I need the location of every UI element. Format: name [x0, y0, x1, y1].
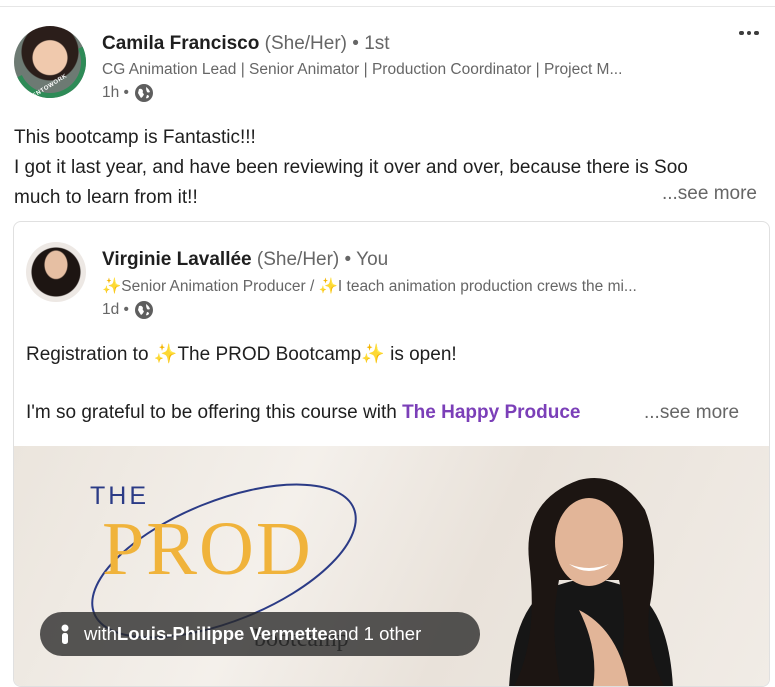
shared-author-degree: • You — [344, 249, 389, 270]
see-more-button[interactable]: ...see more — [662, 183, 757, 205]
tag-prefix: with — [84, 623, 117, 644]
presenter-photo — [509, 478, 673, 686]
shared-post-card[interactable]: Virginie Lavallée (She/Her) • You ✨Senio… — [13, 221, 770, 687]
post-text-line: This bootcamp is Fantastic!!! — [14, 127, 256, 148]
post-text: This bootcamp is Fantastic!!! I got it l… — [14, 123, 764, 213]
shared-see-more-button[interactable]: ...see more — [644, 402, 739, 424]
tagged-person[interactable]: Louis-Philippe Vermette — [117, 623, 328, 645]
shared-post-text-line: I'm so grateful to be offering this cour… — [26, 402, 646, 424]
more-options-dot — [754, 30, 759, 36]
shared-post-text-line: Registration to ✨The PROD Bootcamp✨ is o… — [26, 344, 457, 365]
shared-post-meta: 1d • — [102, 300, 154, 320]
post-text-line: I got it last year, and have been review… — [14, 157, 688, 178]
shared-author-pronouns: (She/Her) — [256, 249, 340, 270]
image-text-prod: PROD — [102, 507, 313, 591]
shared-author-avatar[interactable] — [26, 242, 86, 302]
shared-post-time: 1d • — [102, 301, 129, 318]
post-text-line: much to learn from it!! — [14, 187, 198, 208]
tag-suffix: and 1 other — [327, 623, 422, 644]
shared-author-name-line[interactable]: Virginie Lavallée (She/Her) • You — [102, 249, 388, 271]
author-name-line[interactable]: Camila Francisco (She/Her) • 1st — [102, 33, 390, 55]
tagged-people-button[interactable]: with Louis-Philippe Vermette and 1 other — [40, 612, 480, 656]
more-options-icon — [739, 30, 744, 36]
shared-author-headline: ✨Senior Animation Producer / ✨I teach an… — [102, 278, 637, 295]
connection-degree: • 1st — [352, 33, 390, 54]
more-options-dot — [746, 30, 752, 36]
post-meta: 1h • — [102, 83, 154, 103]
author-pronouns: (She/Her) — [264, 33, 347, 54]
open-to-work-ring — [3, 15, 97, 109]
post-time: 1h • — [102, 84, 129, 101]
author-headline: CG Animation Lead | Senior Animator | Pr… — [102, 61, 623, 78]
shared-author-name[interactable]: Virginie Lavallée — [102, 249, 252, 270]
more-options-button[interactable] — [735, 21, 763, 45]
person-icon — [61, 624, 69, 644]
post-image[interactable]: THE PROD bootcamp with Louis-Philippe Ve… — [14, 446, 769, 686]
top-divider — [0, 6, 775, 7]
company-link[interactable]: The Happy Produce — [402, 402, 580, 423]
shared-text-prefix: I'm so grateful to be offering this cour… — [26, 402, 403, 423]
globe-icon — [134, 84, 153, 102]
author-name[interactable]: Camila Francisco — [102, 33, 259, 54]
globe-icon — [134, 301, 153, 319]
